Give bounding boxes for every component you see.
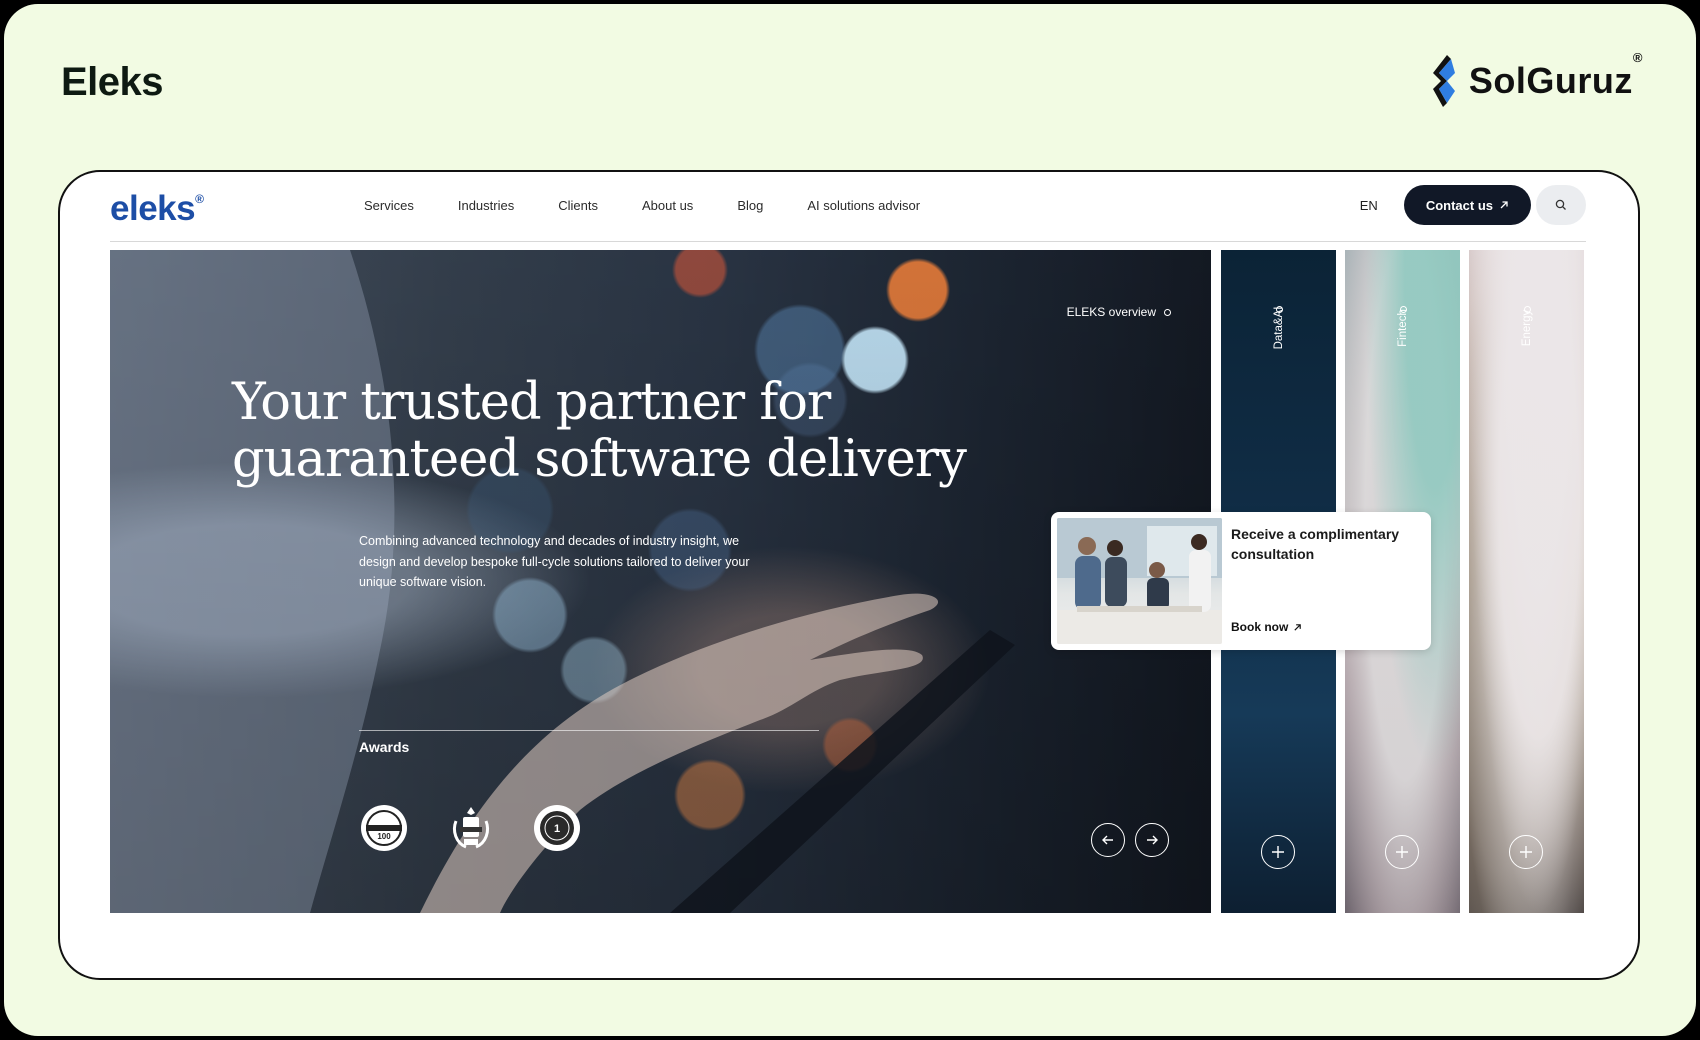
language-switcher[interactable]: EN [1360, 198, 1378, 213]
nav-link-industries[interactable]: Industries [458, 198, 514, 213]
expand-button[interactable] [1509, 835, 1543, 869]
industry-panel-energy[interactable]: Energy [1469, 250, 1584, 913]
eleks-overview-link[interactable]: ELEKS overview [1067, 305, 1171, 319]
contact-us-label: Contact us [1425, 197, 1493, 213]
overview-label: ELEKS overview [1066, 305, 1156, 319]
solguruz-mark-icon [1432, 55, 1455, 107]
arrow-up-right-icon [1294, 623, 1302, 631]
nav-actions: EN Contact us [1360, 185, 1586, 225]
team-meeting-photo [1057, 518, 1222, 644]
previous-slide-button[interactable] [1091, 823, 1125, 857]
contact-us-button[interactable]: Contact us [1403, 185, 1531, 225]
website-screenshot: eleks® Services Industries Clients About… [58, 170, 1640, 980]
panel-label: Data&AI [1272, 306, 1285, 350]
page-title: Eleks [61, 60, 164, 104]
number-one-award-icon: 1 [534, 805, 580, 851]
hero-headline: Your trusted partner for guaranteed softw… [232, 373, 967, 489]
nav-link-ai-solutions-advisor[interactable]: AI solutions advisor [807, 198, 920, 213]
plus-icon [1520, 846, 1532, 858]
arrow-right-icon [1147, 835, 1158, 845]
carousel-arrows [1091, 823, 1169, 857]
nav-link-services[interactable]: Services [364, 198, 414, 213]
main-nav: Services Industries Clients About us Blo… [364, 198, 964, 213]
ring-icon [1164, 308, 1171, 316]
svg-text:100: 100 [377, 832, 391, 841]
book-now-label: Book now [1231, 620, 1289, 634]
site-navbar: eleks® Services Industries Clients About… [60, 172, 1638, 242]
outsourcing-100-award-icon: 100 [361, 805, 407, 851]
gold-award-icon [452, 807, 490, 849]
eleks-logo[interactable]: eleks® [110, 189, 204, 229]
solguruz-logo: SolGuruz® [1425, 50, 1643, 109]
showcase-frame: Eleks SolGuruz® eleks® Services Industri… [4, 4, 1696, 1036]
awards-heading: Awards [359, 739, 410, 755]
hero-description: Combining advanced technology and decade… [359, 534, 750, 589]
search-button[interactable] [1536, 185, 1586, 225]
svg-text:1: 1 [554, 823, 560, 835]
plus-icon [1396, 846, 1408, 858]
hero-banner: Your trusted partner for guaranteed softw… [110, 250, 1211, 913]
next-slide-button[interactable] [1135, 823, 1169, 857]
plus-icon [1272, 846, 1284, 858]
solguruz-wordmark: SolGuruz® [1468, 50, 1643, 101]
panel-label: Energy [1520, 309, 1533, 347]
arrow-left-icon [1102, 835, 1113, 845]
book-now-link[interactable]: Book now [1231, 620, 1302, 634]
consultation-title: Receive a complimentary consultation [1231, 526, 1400, 562]
awards-divider [359, 730, 819, 731]
nav-link-about-us[interactable]: About us [642, 198, 693, 213]
nav-divider [110, 241, 1586, 242]
consultation-card[interactable]: Receive a complimentary consultation Boo… [1051, 512, 1431, 650]
arrow-up-right-icon [1500, 201, 1508, 209]
nav-link-clients[interactable]: Clients [558, 198, 598, 213]
panel-label: Fintech [1396, 309, 1409, 347]
search-icon [1555, 199, 1566, 210]
expand-button[interactable] [1385, 835, 1419, 869]
expand-button[interactable] [1261, 835, 1295, 869]
nav-link-blog[interactable]: Blog [737, 198, 763, 213]
